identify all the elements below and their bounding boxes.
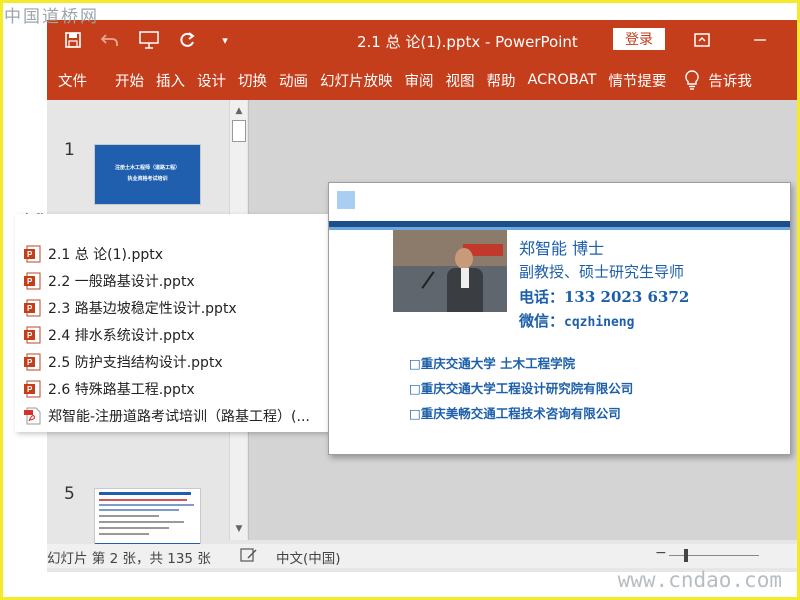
affiliation-item: □重庆美畅交通工程技术咨询有限公司 xyxy=(409,406,621,421)
zoom-out-icon[interactable]: − xyxy=(655,545,667,561)
recent-files-jump-list: P 2.1 总 论(1).pptx P 2.2 一般路基设计.pptx P 2.… xyxy=(15,214,330,432)
pptx-file-icon: P xyxy=(22,326,42,344)
tab-review[interactable]: 审阅 xyxy=(399,60,440,100)
svg-text:P: P xyxy=(27,358,33,367)
thumbnail-text-line xyxy=(99,504,194,506)
tab-view[interactable]: 视图 xyxy=(440,60,481,100)
speaker-wechat: 微信：cqzhineng xyxy=(519,310,634,331)
scroll-down-icon[interactable]: ▼ xyxy=(230,520,248,538)
recent-file-item[interactable]: P 2.4 排水系统设计.pptx xyxy=(15,321,330,348)
tab-insert[interactable]: 插入 xyxy=(150,60,191,100)
recent-file-name: 2.4 排水系统设计.pptx xyxy=(48,327,195,344)
svg-text:P: P xyxy=(27,331,33,340)
affiliation-item: □重庆交通大学 土木工程学院 xyxy=(409,356,576,371)
quick-access-toolbar: ▾ xyxy=(61,28,237,52)
thumbnail-text-line xyxy=(99,521,184,523)
tab-transitions[interactable]: 切换 xyxy=(232,60,273,100)
tab-home[interactable]: 开始 xyxy=(109,60,150,100)
thumbnail-text-line xyxy=(99,527,169,529)
scroll-thumb[interactable] xyxy=(232,120,246,142)
document-title: 2.1 总 论(1).pptx - PowerPoint xyxy=(357,33,578,51)
pptx-file-icon: P xyxy=(22,380,42,398)
watermark-top: 中国道桥网 xyxy=(4,7,99,27)
recent-file-item[interactable]: P 2.2 一般路基设计.pptx xyxy=(15,267,330,294)
speaker-title: 副教授、硕士研究生导师 xyxy=(519,263,685,281)
tab-design[interactable]: 设计 xyxy=(191,60,232,100)
status-bar: 幻灯片 第 2 张，共 135 张 中文(中国) − xyxy=(47,544,800,568)
tab-storyboard[interactable]: 情节提要 xyxy=(602,60,672,100)
preview-accent-square xyxy=(337,191,355,209)
slide-preview-popup: 郑智能 博士 副教授、硕士研究生导师 电话：133 2023 6372 微信：c… xyxy=(328,182,791,455)
photo-person-shirt xyxy=(461,268,469,288)
recent-file-name: 郑智能-注册道路考试培训（路基工程）(... xyxy=(48,408,310,425)
redo-icon[interactable] xyxy=(175,28,199,52)
recent-file-name: 2.3 路基边坡稳定性设计.pptx xyxy=(48,300,237,317)
recent-file-name: 2.5 防护支挡结构设计.pptx xyxy=(48,354,223,371)
watermark-bottom: www.cndao.com xyxy=(617,568,782,592)
slide-number: 1 xyxy=(64,140,75,160)
thumbnail-title-line: 执业资格考试培训 xyxy=(127,176,168,182)
title-bar: ▾ 2.1 总 论(1).pptx - PowerPoint 登录 xyxy=(47,20,800,60)
thumbnail-text-line xyxy=(99,499,187,501)
thumbnail-title-line: 注册土木工程师（道路工程） xyxy=(114,165,180,171)
thumbnail-text-line xyxy=(99,509,179,511)
speaker-name: 郑智能 博士 xyxy=(519,239,605,258)
pptx-file-icon: P xyxy=(22,299,42,317)
recent-file-name: 2.2 一般路基设计.pptx xyxy=(48,273,195,290)
slide-thumbnail-5[interactable] xyxy=(94,488,201,549)
minimize-icon[interactable] xyxy=(747,28,773,52)
affiliation-item: □重庆交通大学工程设计研究院有限公司 xyxy=(409,381,634,396)
slide-counter: 幻灯片 第 2 张，共 135 张 xyxy=(47,551,211,567)
tell-me-search[interactable]: 告诉我 xyxy=(708,60,752,100)
ribbon-display-options-icon[interactable] xyxy=(689,28,715,52)
thumbnail-text-line xyxy=(99,533,149,535)
tab-file[interactable]: 文件 xyxy=(47,60,109,100)
thumbnail-text-line xyxy=(99,515,159,517)
tab-slideshow[interactable]: 幻灯片放映 xyxy=(314,60,399,100)
svg-text:P: P xyxy=(27,250,33,259)
recent-file-name: 2.1 总 论(1).pptx xyxy=(48,246,163,263)
tab-animations[interactable]: 动画 xyxy=(273,60,314,100)
tab-acrobat[interactable]: ACROBAT xyxy=(522,60,603,100)
svg-text:P: P xyxy=(27,277,33,286)
pdf-file-icon xyxy=(22,407,42,425)
pptx-file-icon: P xyxy=(22,272,42,290)
recent-file-item[interactable]: P 2.6 特殊路基工程.pptx xyxy=(15,375,330,402)
customize-qat-icon[interactable]: ▾ xyxy=(213,28,237,52)
thumbnail-heading-bar xyxy=(99,492,191,495)
photo-person-head xyxy=(455,248,473,269)
zoom-slider[interactable] xyxy=(669,555,759,556)
presentation-icon[interactable] xyxy=(137,28,161,52)
undo-icon[interactable] xyxy=(99,28,123,52)
tab-help[interactable]: 帮助 xyxy=(481,60,522,100)
wechat-label: 微信： xyxy=(519,312,565,330)
pptx-file-icon: P xyxy=(22,245,42,263)
language-indicator[interactable]: 中文(中国) xyxy=(276,547,341,567)
recent-file-item[interactable]: P 2.5 防护支挡结构设计.pptx xyxy=(15,348,330,375)
speaker-phone: 电话：133 2023 6372 xyxy=(519,288,690,306)
recent-file-item[interactable]: 郑智能-注册道路考试培训（路基工程）(... xyxy=(15,402,330,429)
recent-file-name: 2.6 特殊路基工程.pptx xyxy=(48,381,195,398)
svg-text:P: P xyxy=(27,304,33,313)
ribbon-tabs: 文件 开始 插入 设计 切换 动画 幻灯片放映 审阅 视图 帮助 ACROBAT… xyxy=(47,60,800,100)
wechat-id: cqzhineng xyxy=(564,315,635,330)
zoom-slider-thumb[interactable] xyxy=(684,549,688,562)
scroll-up-icon[interactable]: ▲ xyxy=(230,102,248,120)
speaker-photo xyxy=(393,230,507,312)
save-icon[interactable] xyxy=(61,28,85,52)
notes-icon[interactable] xyxy=(240,547,258,567)
slide-thumbnail-1[interactable]: 注册土木工程师（道路工程） 执业资格考试培训 xyxy=(94,144,201,205)
recent-file-item[interactable]: P 2.1 总 论(1).pptx xyxy=(15,240,330,267)
login-button[interactable]: 登录 xyxy=(613,28,665,50)
svg-text:P: P xyxy=(27,385,33,394)
lightbulb-icon[interactable] xyxy=(682,60,702,100)
slide-number: 5 xyxy=(64,484,75,504)
recent-file-item[interactable]: P 2.3 路基边坡稳定性设计.pptx xyxy=(15,294,330,321)
pptx-file-icon: P xyxy=(22,353,42,371)
